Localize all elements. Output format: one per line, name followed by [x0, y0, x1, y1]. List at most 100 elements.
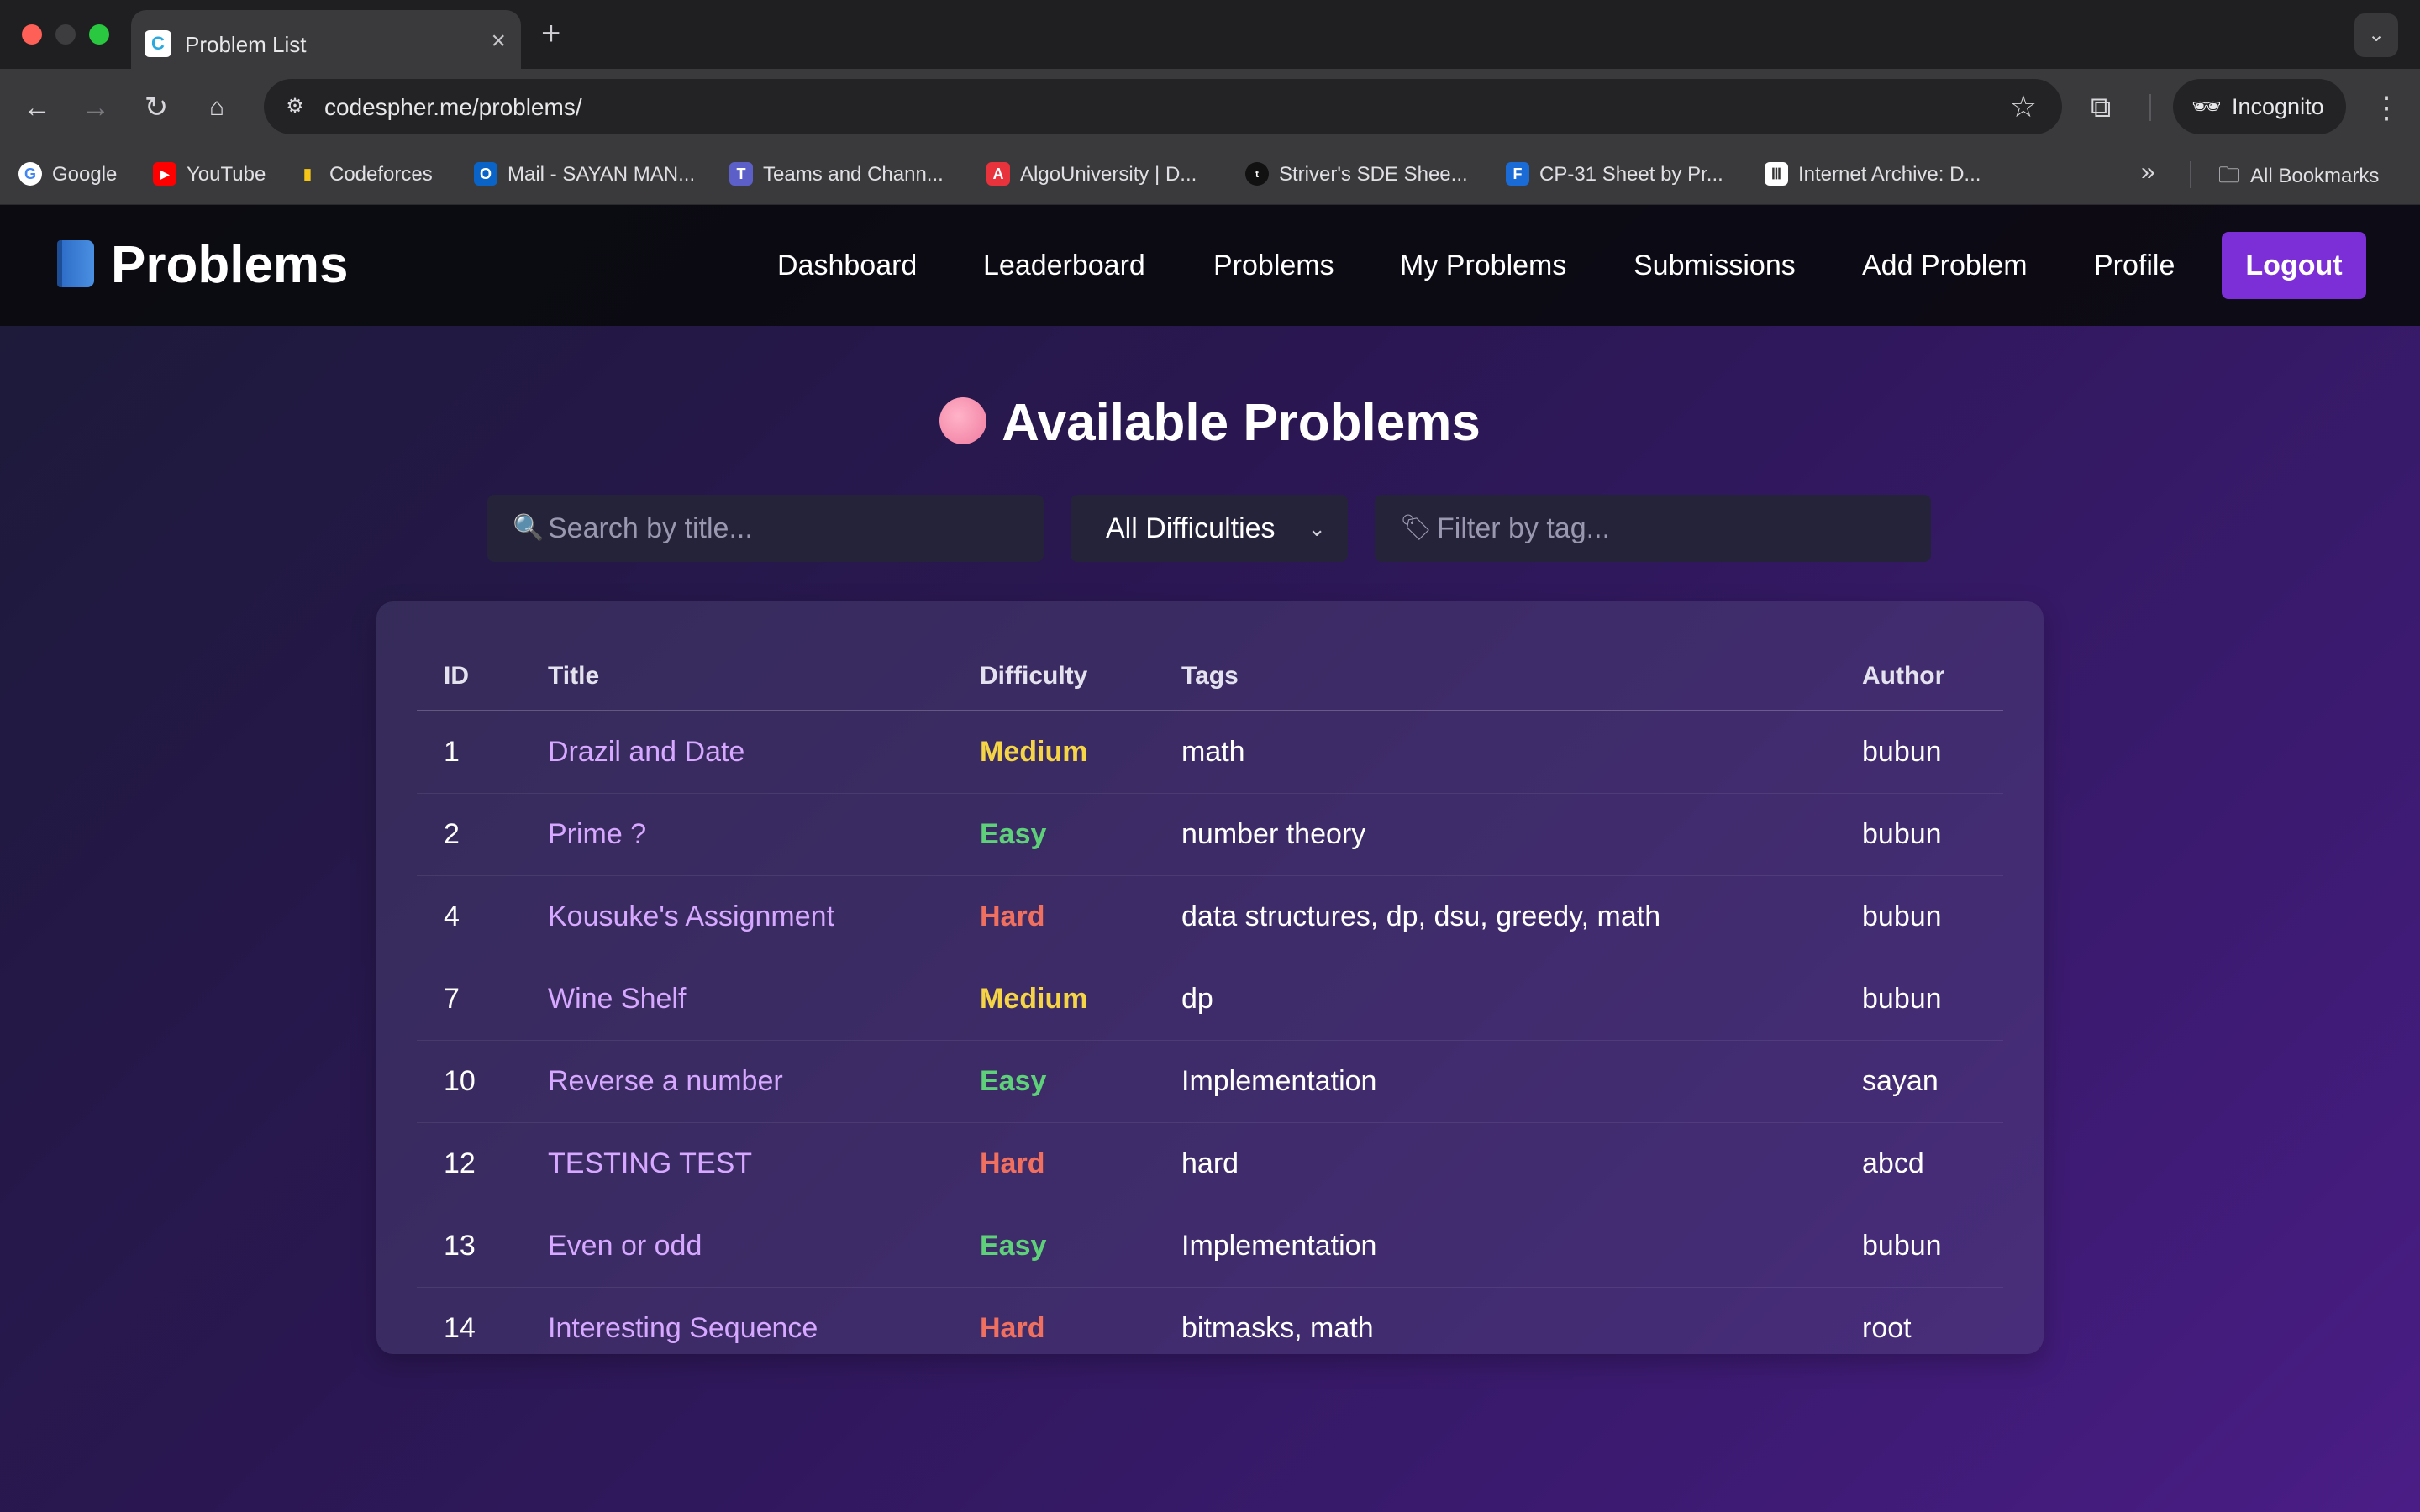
cell-id: 12 — [417, 1122, 521, 1205]
home-icon[interactable]: ⌂ — [197, 87, 237, 128]
problem-title-link[interactable]: Wine Shelf — [548, 983, 686, 1015]
cell-tags: Implementation — [1155, 1040, 1835, 1123]
bookmark-youtube[interactable]: ▶ YouTube — [153, 160, 266, 190]
cell-id: 2 — [417, 793, 521, 876]
nav-link-profile[interactable]: Profile — [2094, 247, 2175, 284]
bookmark-mail[interactable]: O Mail - SAYAN MAN... — [474, 160, 695, 190]
address-bar[interactable]: ⚙ codespher.me/problems/ ☆ — [264, 79, 2062, 134]
difficulty-select[interactable]: All Difficulties ⌄ — [1071, 495, 1348, 562]
reload-icon[interactable]: ↻ — [136, 87, 176, 128]
bookmark-teams[interactable]: T Teams and Chann... — [729, 160, 944, 190]
tag-icon: 🏷 — [1400, 514, 1433, 542]
problems-table: ID Title Difficulty Tags Author 1 Drazil… — [417, 642, 2003, 1369]
forward-arrow-icon[interactable]: → — [76, 87, 116, 128]
cell-tags: dp — [1155, 958, 1835, 1041]
bookmark-internet-archive[interactable]: Ⅲ Internet Archive: D... — [1765, 160, 1981, 190]
cell-author: abcd — [1835, 1122, 2003, 1205]
table-row[interactable]: 10 Reverse a number Easy Implementation … — [417, 1040, 2003, 1123]
table-row[interactable]: 7 Wine Shelf Medium dp bubun — [417, 958, 2003, 1041]
more-bookmarks-icon[interactable]: » — [2141, 158, 2155, 186]
problem-title-link[interactable]: TESTING TEST — [548, 1147, 752, 1179]
browser-menu-icon[interactable]: ⋮ — [2371, 87, 2402, 128]
minimize-window-button[interactable] — [55, 24, 76, 45]
cell-tags: hard — [1155, 1122, 1835, 1205]
problem-title-link[interactable]: Kousuke's Assignment — [548, 900, 834, 932]
incognito-badge[interactable]: 🕶 Incognito — [2173, 79, 2346, 134]
header-id[interactable]: ID — [417, 642, 521, 711]
search-icon: 🔍 — [513, 514, 544, 542]
brain-icon — [939, 396, 987, 444]
tab-title: Problem List — [185, 32, 307, 57]
cell-id: 1 — [417, 711, 521, 794]
header-title[interactable]: Title — [521, 642, 953, 711]
table-row[interactable]: 1 Drazil and Date Medium math bubun — [417, 711, 2003, 794]
url-text[interactable]: codespher.me/problems/ — [324, 94, 582, 121]
problem-title-link[interactable]: Reverse a number — [548, 1065, 783, 1097]
table-row[interactable]: 2 Prime ? Easy number theory bubun — [417, 793, 2003, 876]
logout-button[interactable]: Logout — [2222, 232, 2366, 299]
difficulty-badge: Medium — [953, 958, 1155, 1041]
browser-toolbar: ← → ↻ ⌂ ⚙ codespher.me/problems/ ☆ ⧉ 🕶 I… — [0, 69, 2420, 144]
new-tab-button[interactable]: + — [541, 15, 560, 52]
close-tab-icon[interactable]: × — [491, 29, 506, 54]
table-row[interactable]: 12 TESTING TEST Hard hard abcd — [417, 1122, 2003, 1205]
nav-link-dashboard[interactable]: Dashboard — [777, 247, 917, 284]
search-input[interactable]: 🔍 Search by title... — [487, 495, 1044, 562]
nav-link-problems[interactable]: Problems — [1213, 247, 1334, 284]
difficulty-badge: Easy — [953, 793, 1155, 876]
bookmark-label: Codeforces — [329, 163, 433, 186]
problem-title-link[interactable]: Interesting Sequence — [548, 1312, 818, 1344]
difficulty-badge: Medium — [953, 711, 1155, 794]
problem-title-link[interactable]: Even or odd — [548, 1230, 702, 1262]
table-row[interactable]: 4 Kousuke's Assignment Hard data structu… — [417, 875, 2003, 958]
cell-author: sayan — [1835, 1040, 2003, 1123]
header-tags[interactable]: Tags — [1155, 642, 1835, 711]
nav-link-submissions[interactable]: Submissions — [1634, 247, 1796, 284]
site-info-icon[interactable]: ⚙ — [279, 91, 311, 123]
bookmark-google[interactable]: G Google — [18, 160, 117, 190]
incognito-label: Incognito — [2232, 94, 2324, 119]
nav-link-add-problem[interactable]: Add Problem — [1862, 247, 2028, 284]
table-row[interactable]: 13 Even or odd Easy Implementation bubun — [417, 1205, 2003, 1288]
extensions-icon[interactable]: ⧉ — [2091, 91, 2111, 124]
close-window-button[interactable] — [22, 24, 42, 45]
maximize-window-button[interactable] — [89, 24, 109, 45]
cell-tags: Implementation — [1155, 1205, 1835, 1288]
page: Problems Dashboard Leaderboard Problems … — [0, 205, 2420, 1512]
bookmark-algouniversity[interactable]: A AlgoUniversity | D... — [986, 160, 1197, 190]
page-title: Available Problems — [0, 390, 2420, 457]
nav-link-my-problems[interactable]: My Problems — [1400, 247, 1566, 284]
bookmark-label: Mail - SAYAN MAN... — [508, 163, 696, 186]
bookmark-codeforces[interactable]: ▮ Codeforces — [296, 160, 433, 190]
cell-id: 4 — [417, 875, 521, 958]
bookmark-label: CP-31 Sheet by Pr... — [1539, 163, 1723, 186]
page-title-text: Available Problems — [1002, 394, 1481, 452]
site-navbar: Problems Dashboard Leaderboard Problems … — [0, 205, 2420, 326]
tab-search-button[interactable]: ⌄ — [2354, 13, 2398, 57]
bookmark-cp31[interactable]: F CP-31 Sheet by Pr... — [1506, 160, 1723, 190]
cp31-icon: F — [1506, 161, 1529, 186]
url-path: /problems/ — [471, 94, 582, 120]
youtube-icon: ▶ — [153, 161, 176, 186]
brand[interactable]: Problems — [57, 234, 349, 297]
back-arrow-icon[interactable]: ← — [17, 87, 57, 128]
cell-id: 7 — [417, 958, 521, 1041]
difficulty-badge: Easy — [953, 1205, 1155, 1288]
bookmark-star-icon[interactable]: ☆ — [2010, 89, 2037, 124]
problem-title-link[interactable]: Prime ? — [548, 818, 646, 850]
bookmark-striver[interactable]: t Striver's SDE Shee... — [1245, 160, 1468, 190]
tag-filter-input[interactable]: 🏷 Filter by tag... — [1375, 495, 1931, 562]
nav-link-leaderboard[interactable]: Leaderboard — [983, 247, 1145, 284]
archive-icon: Ⅲ — [1765, 161, 1788, 186]
all-bookmarks-button[interactable]: 🗀 All Bookmarks — [2218, 160, 2379, 192]
tuf-icon: t — [1245, 161, 1269, 186]
header-author[interactable]: Author — [1835, 642, 2003, 711]
cell-tags: number theory — [1155, 793, 1835, 876]
table-row[interactable]: 14 Interesting Sequence Hard bitmasks, m… — [417, 1287, 2003, 1369]
difficulty-badge: Hard — [953, 1122, 1155, 1205]
problem-title-link[interactable]: Drazil and Date — [548, 736, 744, 768]
header-difficulty[interactable]: Difficulty — [953, 642, 1155, 711]
difficulty-badge: Hard — [980, 1311, 1045, 1344]
incognito-icon: 🕶 — [2191, 93, 2222, 119]
active-tab[interactable]: C Problem List × — [131, 10, 521, 69]
